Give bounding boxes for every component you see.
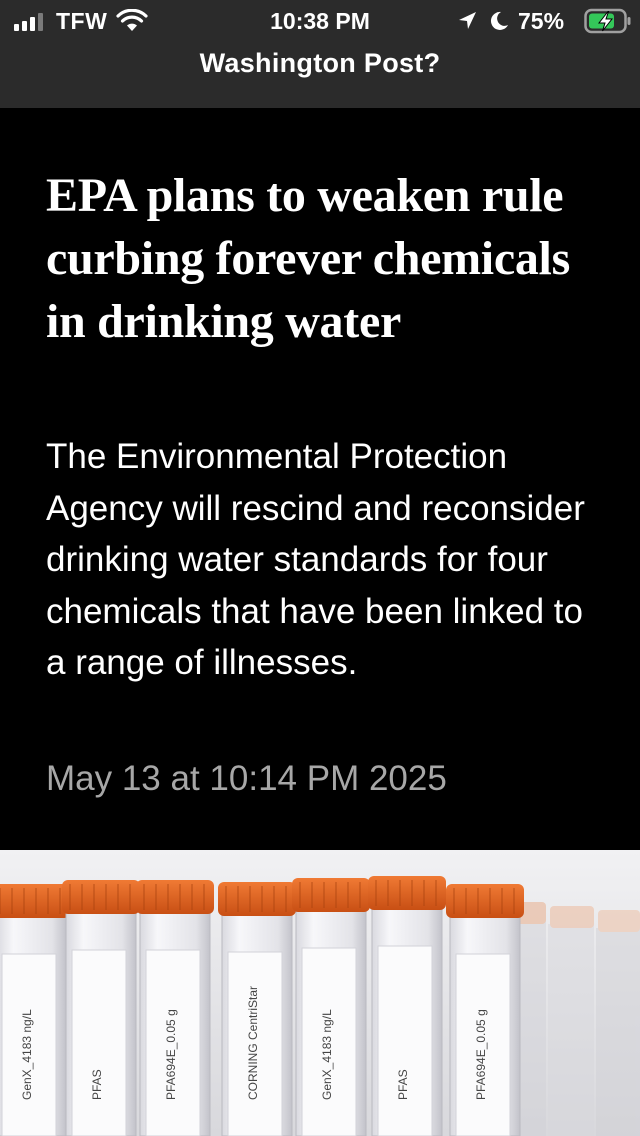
tube-label-text: PFA694E_0.05 g [474, 1009, 488, 1100]
sample-tube: PFAS [62, 880, 140, 1136]
battery-charging-icon [584, 8, 631, 34]
tube-label-text: GenX_4183 ng/L [320, 1009, 334, 1100]
sample-tube: PFAS [368, 876, 446, 1136]
header-bar: Washington Post? [0, 44, 640, 108]
article-headline: EPA plans to weaken rule curbing forever… [46, 169, 570, 348]
tube-label-text: PFAS [396, 1069, 410, 1100]
sample-tube: PFA694E_0.05 g [446, 884, 524, 1136]
tube-label-text: PFAS [90, 1069, 104, 1100]
tube-label-text: PFA694E_0.05 g [164, 1009, 178, 1100]
location-arrow-icon [459, 12, 476, 29]
sample-tubes-image: GenX_4183 ng/L PFAS PFA694E_0.05 g CORNING … [0, 850, 640, 1136]
sample-tube: CORNING CentriStar [218, 882, 296, 1136]
sample-tube: GenX_4183 ng/L [0, 884, 70, 1136]
article-summary: The Environmental Protection Agency will… [46, 437, 585, 682]
tube-label-text: GenX_4183 ng/L [20, 1009, 34, 1100]
sample-tube: GenX_4183 ng/L [292, 878, 370, 1136]
sample-tube: PFA694E_0.05 g [136, 880, 214, 1136]
article-dateline: May 13 at 10:14 PM 2025 [46, 759, 447, 798]
battery-percentage: 75% [518, 8, 565, 34]
header-title: Washington Post? [199, 48, 441, 78]
status-bar: TFW 10:38 PM 75% [0, 0, 640, 44]
article-photo[interactable]: GenX_4183 ng/L PFAS PFA694E_0.05 g CORNING … [0, 850, 640, 1136]
tube-label-text: CORNING CentriStar [246, 986, 260, 1100]
do-not-disturb-moon-icon [490, 11, 508, 30]
